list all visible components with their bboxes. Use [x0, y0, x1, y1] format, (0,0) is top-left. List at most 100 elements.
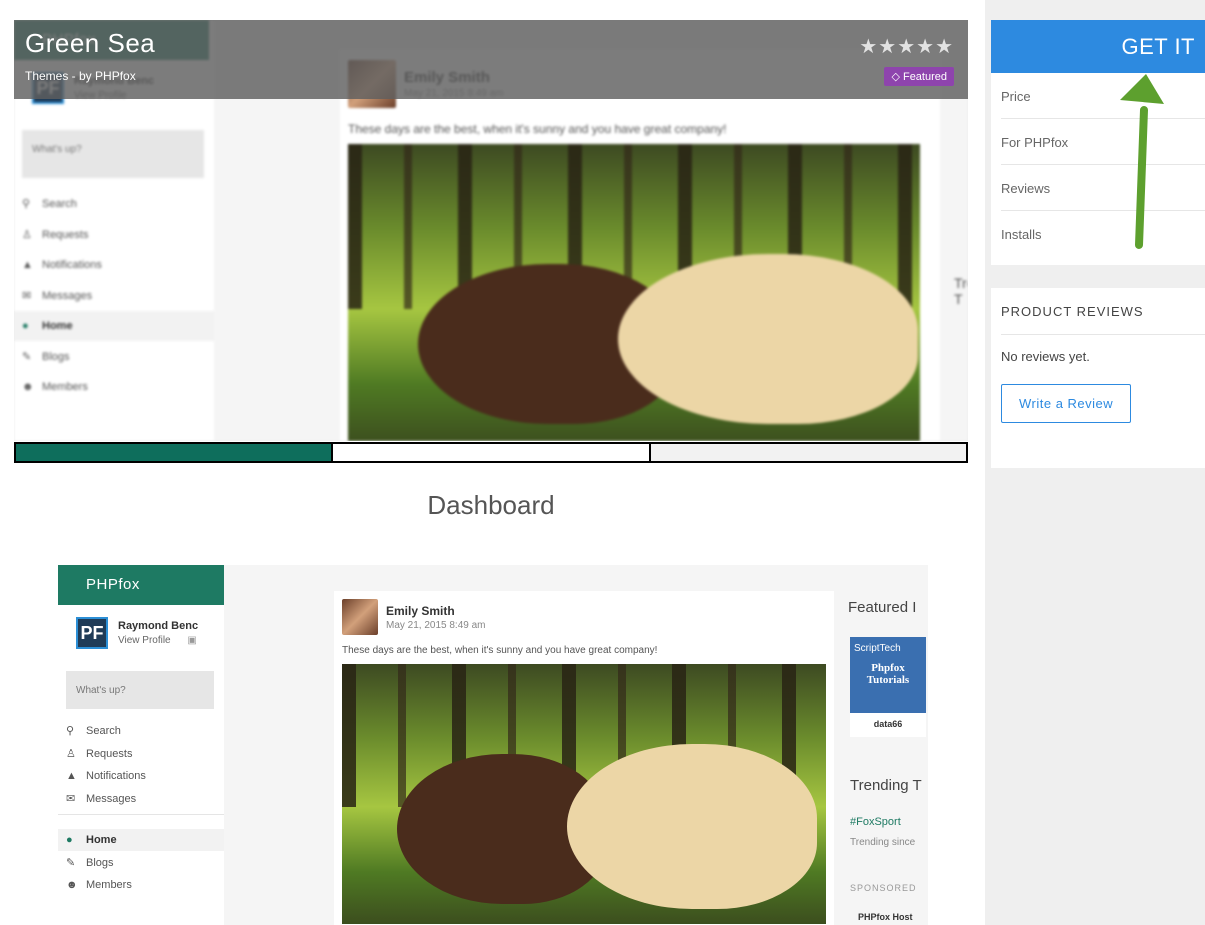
mock-trending-tag: #FoxSport	[850, 816, 901, 828]
mock-nav-item: ● Home	[58, 829, 224, 851]
dashboard-mockup: PHPfox PF Raymond Benc View Profile ▣ Wh…	[58, 565, 928, 925]
info-row-reviews: Reviews	[1001, 165, 1205, 211]
write-review-button[interactable]: Write a Review	[1001, 384, 1132, 423]
mock-post-text: These days are the best, when it's sunny…	[342, 645, 658, 656]
mock-nav-item: ☻ Members	[58, 874, 224, 896]
settings-icon: ▣	[187, 635, 197, 646]
edit-icon: ✎	[22, 351, 32, 363]
hero-overlay	[14, 20, 968, 99]
info-row-platform: For PHPfox	[1001, 119, 1205, 165]
mock-featured-heading: Featured I	[848, 599, 917, 616]
mock-ad-card: ScriptTech Phpfox Tutorials data66	[850, 637, 926, 737]
hero-preview[interactable]: Green Sea Themes - by PHPfox ★★★★★ ◇ Fea…	[14, 20, 968, 441]
diamond-icon: ◇	[891, 71, 900, 83]
search-icon: ⚲	[66, 725, 75, 737]
mock-brand: PHPfox	[58, 565, 224, 605]
mock-nav-label: Search	[42, 197, 77, 210]
mock-nav-label: Requests	[42, 228, 89, 241]
search-icon: ⚲	[22, 198, 31, 210]
envelope-icon: ✉	[22, 290, 32, 302]
mock-nav-item: ✉ Messages	[58, 787, 224, 810]
gallery-thumbnails	[14, 442, 968, 463]
product-title: Green Sea	[25, 28, 156, 58]
dogs-photo	[342, 664, 826, 924]
mock-nav-item: ✎ Blogs	[14, 341, 214, 372]
gallery-thumb[interactable]	[16, 444, 334, 461]
mock-trending-since: Trending since	[850, 837, 916, 848]
mock-avatar: PF	[76, 617, 108, 649]
mock-profile: PF Raymond Benc View Profile ▣	[58, 605, 224, 661]
user-plus-icon: ♙	[66, 748, 76, 760]
mock-nav-label: Blogs	[42, 350, 70, 363]
home-icon: ●	[22, 320, 29, 332]
mock-post-author: Emily Smith	[386, 603, 455, 618]
mock-nav: ⚲ Search ♙ Requests ▲ Notifications ✉ Messag…	[58, 719, 224, 896]
mock-right-column: Trending T	[954, 275, 968, 307]
members-icon: ☻	[22, 381, 34, 393]
mock-nav-item: ✉ Messages	[14, 280, 214, 311]
mock-view-profile: View Profile ▣	[118, 635, 197, 646]
edit-icon: ✎	[66, 857, 76, 869]
get-it-button[interactable]: GET IT	[991, 20, 1205, 73]
mock-nav-item: ● Home	[14, 311, 214, 341]
mock-nav-label: Members	[86, 879, 132, 891]
mock-ad-banner: ScriptTech Phpfox Tutorials	[850, 637, 926, 713]
photo-yellow-dog	[618, 254, 918, 424]
mock-sponsored-item: PHPfox Host	[858, 912, 913, 922]
mock-post-header: Emily Smith May 21, 2015 8:49 am	[342, 599, 826, 635]
product-info-card: Price For PHPfox Reviews Installs	[991, 73, 1205, 265]
mock-nav-label: Notifications	[86, 770, 146, 782]
featured-badge: ◇ Featured	[884, 67, 954, 86]
mock-ad-title-2: Tutorials	[866, 674, 910, 686]
mock-nav-item: ⚲ Search	[14, 188, 214, 219]
mock-post: Emily Smith May 21, 2015 8:49 am These d…	[340, 50, 940, 441]
featured-badge-label: Featured	[902, 71, 947, 83]
mock-nav-item: ▲ Notifications	[14, 250, 214, 280]
section-title: Dashboard	[427, 490, 555, 520]
mock-post-text: These days are the best, when it's sunny…	[348, 122, 727, 136]
mock-nav-item: ☻ Members	[14, 372, 214, 402]
mock-nav-item: ♙ Requests	[58, 742, 224, 765]
envelope-icon: ✉	[66, 793, 76, 805]
reviews-heading: PRODUCT REVIEWS	[1001, 288, 1205, 335]
annotation-arrow-icon	[1120, 74, 1164, 249]
mock-nav: ⚲ Search ♙ Requests ▲ Notifications ✉ Messag…	[14, 188, 214, 402]
user-plus-icon: ♙	[22, 229, 32, 241]
gallery-thumb[interactable]	[650, 444, 966, 461]
mock-ad-brand: ScriptTech	[854, 643, 901, 654]
mock-sponsored-label: SPONSORED	[850, 883, 917, 893]
mock-sidebar: PHPfox PF Raymond Benc View Profile ▣ Wh…	[58, 565, 224, 925]
no-reviews-text: No reviews yet.	[1001, 349, 1090, 364]
mock-ad-user: data66	[873, 719, 903, 729]
mock-user-name: Raymond Benc	[118, 620, 199, 632]
mock-nav-divider	[58, 814, 224, 825]
product-reviews-card: PRODUCT REVIEWS No reviews yet. Write a …	[991, 288, 1205, 468]
info-row-price: Price	[1001, 73, 1205, 119]
bell-icon: ▲	[22, 259, 33, 271]
mock-trending-heading: Trending T	[850, 777, 922, 794]
mock-nav-item: ⚲ Search	[58, 719, 224, 742]
mock-nav-label: Home	[86, 834, 117, 846]
mock-whats-up: What's up?	[22, 130, 204, 178]
members-icon: ☻	[66, 879, 78, 891]
mock-ad-title-1: Phpfox	[871, 662, 905, 674]
mock-post-avatar	[342, 599, 378, 635]
mock-nav-label: Home	[42, 320, 73, 332]
gallery-thumb[interactable]	[333, 444, 651, 461]
mock-nav-label: Requests	[86, 747, 133, 760]
mock-nav-label: Search	[86, 724, 121, 737]
product-subtitle: Themes - by PHPfox	[25, 69, 136, 83]
dogs-photo	[348, 144, 920, 441]
mock-post: Emily Smith May 21, 2015 8:49 am These d…	[334, 591, 834, 925]
mock-nav-label: Notifications	[42, 259, 102, 271]
mock-nav-label: Messages	[42, 289, 93, 302]
bell-icon: ▲	[66, 770, 77, 782]
mock-nav-item: ▲ Notifications	[58, 765, 224, 787]
mock-nav-label: Members	[42, 381, 88, 393]
mock-nav-label: Messages	[86, 792, 137, 805]
mock-whats-up: What's up?	[66, 671, 214, 709]
top-strip	[0, 0, 985, 20]
home-icon: ●	[66, 834, 73, 846]
mock-nav-label: Blogs	[86, 856, 114, 869]
rating-stars: ★★★★★	[859, 34, 954, 58]
